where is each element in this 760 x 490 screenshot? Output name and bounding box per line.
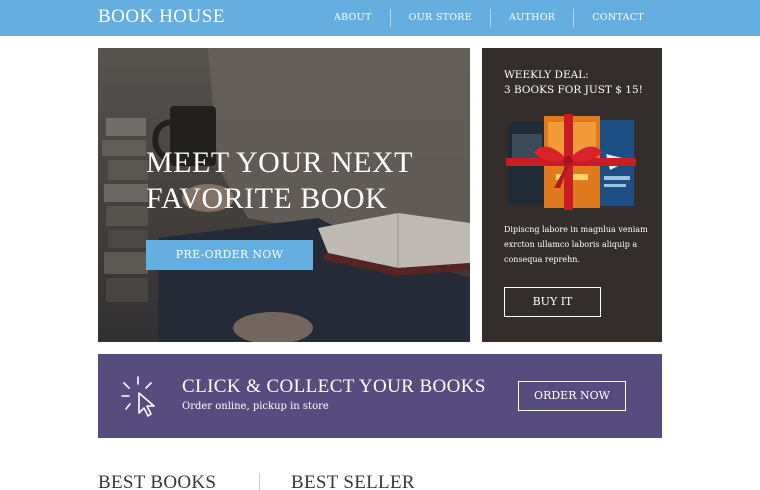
- hero-banner: MEET YOUR NEXT FAVORITE BOOK PRE-ORDER N…: [98, 48, 470, 342]
- nav-our-store[interactable]: OUR STORE: [391, 9, 490, 27]
- main-nav: ABOUT OUR STORE AUTHOR CONTACT: [316, 0, 662, 36]
- site-logo[interactable]: BOOK HOUSE: [98, 6, 225, 28]
- nav-about[interactable]: ABOUT: [316, 9, 390, 27]
- section-divider: [259, 473, 260, 490]
- site-header: BOOK HOUSE ABOUT OUR STORE AUTHOR CONTAC…: [0, 0, 760, 36]
- hero-title-line-1: MEET YOUR NEXT: [146, 146, 413, 179]
- deal-title-line-2: 3 BOOKS FOR JUST $ 15!: [504, 84, 643, 96]
- nav-contact[interactable]: CONTACT: [574, 9, 662, 27]
- cursor-click-icon: [121, 376, 155, 417]
- nav-author[interactable]: AUTHOR: [491, 9, 573, 27]
- best-seller-heading[interactable]: BEST SELLER: [291, 472, 415, 490]
- deal-text-line-2: exrcton ullamco laboris aliquip a: [504, 240, 638, 249]
- deal-text-line-1: Dipiscng labore in magnlua veniam: [504, 225, 648, 234]
- click-collect-banner: CLICK & COLLECT YOUR BOOKS Order online,…: [98, 354, 662, 438]
- deal-description: Dipiscng labore in magnlua veniam exrcto…: [504, 222, 649, 267]
- banner-subtitle: Order online, pickup in store: [182, 401, 329, 412]
- hero-title: MEET YOUR NEXT FAVORITE BOOK: [146, 145, 446, 217]
- best-books-heading[interactable]: BEST BOOKS: [98, 472, 216, 490]
- deal-title-line-1: WEEKLY DEAL:: [504, 69, 589, 81]
- hero-title-line-2: FAVORITE BOOK: [146, 182, 388, 215]
- book-bundle-image[interactable]: [506, 114, 636, 210]
- deal-text-line-3: consequa reprehn.: [504, 255, 580, 264]
- order-now-button[interactable]: ORDER NOW: [518, 381, 626, 411]
- buy-it-button[interactable]: BUY IT: [504, 287, 601, 317]
- banner-title: CLICK & COLLECT YOUR BOOKS: [182, 376, 486, 397]
- pre-order-button[interactable]: PRE-ORDER NOW: [146, 240, 313, 270]
- deal-title: WEEKLY DEAL: 3 BOOKS FOR JUST $ 15!: [504, 68, 643, 98]
- weekly-deal-panel: WEEKLY DEAL: 3 BOOKS FOR JUST $ 15! Dipi…: [482, 48, 662, 342]
